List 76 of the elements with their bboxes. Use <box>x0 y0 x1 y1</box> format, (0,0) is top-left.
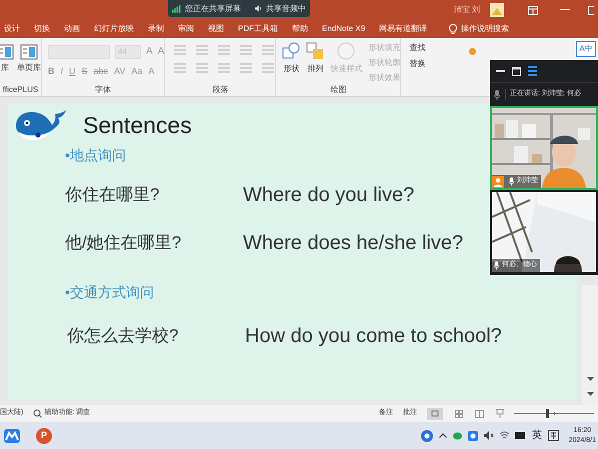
quick-styles-icon <box>337 42 356 60</box>
group-label: fficePLUS <box>2 84 40 96</box>
search-hint[interactable]: 操作说明搜索 <box>461 23 510 35</box>
english-sentence: How do you come to school? <box>245 324 502 348</box>
minimize-icon[interactable] <box>560 9 570 11</box>
arrange-icon <box>306 42 324 60</box>
align-icon[interactable] <box>173 63 188 73</box>
slideshow-icon[interactable] <box>496 409 504 418</box>
editing-button[interactable]: 替换 <box>409 58 462 70</box>
maximize-icon[interactable] <box>588 6 594 14</box>
ribbon-tab[interactable]: 网易有道翻译 <box>379 20 428 38</box>
speaker-icon <box>255 4 262 13</box>
group-label: 段落 <box>211 84 230 96</box>
user-name: 沛宝 刘 <box>454 4 480 16</box>
editing-button[interactable]: 查找 <box>409 42 462 54</box>
scroll-down-icon[interactable] <box>586 377 594 382</box>
wifi-icon[interactable] <box>500 431 509 440</box>
slide-title: Sentences <box>83 111 192 140</box>
input-method-icon[interactable] <box>548 430 559 441</box>
chinese-sentence: 你住在哪里? <box>65 184 160 206</box>
english-sentence: Where does he/she live? <box>243 230 464 256</box>
lightbulb-icon <box>449 24 458 34</box>
group-label: 绘图 <box>329 84 348 96</box>
library-button[interactable]: 库 <box>0 44 14 74</box>
battery-icon[interactable] <box>514 432 526 439</box>
library-icon <box>20 44 38 60</box>
drawing-button[interactable]: 排列 <box>306 42 324 75</box>
speaker-muted-icon[interactable] <box>484 431 494 440</box>
window-icon[interactable] <box>512 66 521 76</box>
align-icon[interactable] <box>239 63 254 73</box>
ribbon-tab[interactable]: EndNote X9 <box>322 20 366 38</box>
group-label: 字体 <box>94 84 112 96</box>
person-icon <box>492 176 504 188</box>
taskbar-app-icon[interactable] <box>4 428 20 442</box>
minimize-icon[interactable] <box>496 70 505 72</box>
align-icon[interactable] <box>195 63 210 73</box>
share-status: 您正在共享屏幕 <box>185 2 242 14</box>
zoom-slider[interactable] <box>514 409 594 418</box>
microphone-icon <box>509 177 514 186</box>
ribbon-tab[interactable]: 切换 <box>34 20 50 38</box>
ribbon-tab[interactable]: 设计 <box>4 20 20 38</box>
normal-view-icon[interactable] <box>427 408 443 420</box>
ribbon-tab[interactable]: 录制 <box>148 20 164 38</box>
microphone-icon <box>494 90 500 100</box>
chevron-up-icon[interactable] <box>438 433 447 438</box>
library-button[interactable]: 单页库 <box>17 44 41 74</box>
tray-app-icon[interactable] <box>468 430 478 440</box>
scrollbar[interactable] <box>582 285 598 405</box>
ribbon-tab[interactable]: 审阅 <box>178 20 194 38</box>
ribbon-tab[interactable]: PDF工具箱 <box>238 20 278 38</box>
chinese-sentence: 他/她住在哪里? <box>65 232 182 254</box>
signal-icon <box>172 4 182 14</box>
ribbon-tab[interactable]: 幻灯片放映 <box>94 20 134 38</box>
input-language[interactable]: 英 <box>532 428 542 443</box>
section-heading: •地点询问 <box>65 146 127 164</box>
drawing-button[interactable]: 形状 <box>282 42 300 75</box>
ribbon-tab[interactable]: 视图 <box>208 20 224 38</box>
translate-button[interactable]: A中 <box>576 41 596 57</box>
accessibility-icon[interactable] <box>33 409 42 418</box>
chinese-sentence: 你怎么去学校? <box>67 324 178 347</box>
english-sentence: Where do you live? <box>243 182 414 208</box>
align-icon[interactable] <box>261 63 276 73</box>
ribbon-tab[interactable]: 帮助 <box>292 20 308 38</box>
presentation-app-icon[interactable]: P <box>36 428 52 444</box>
reading-view-icon[interactable] <box>475 410 484 418</box>
slide-sorter-icon[interactable] <box>455 410 463 418</box>
microphone-icon <box>494 261 499 270</box>
section-heading: •交通方式询问 <box>65 282 155 302</box>
scroll-down-icon[interactable] <box>586 392 594 397</box>
ribbon-tab[interactable]: 动画 <box>64 20 80 38</box>
shapes-icon <box>282 42 300 60</box>
audio-status: 共享音频中 <box>266 2 306 14</box>
list-icon[interactable] <box>528 66 537 76</box>
record-dot-icon[interactable] <box>469 48 476 55</box>
align-icon[interactable] <box>217 63 232 73</box>
ribbon-display-icon[interactable] <box>528 6 538 14</box>
